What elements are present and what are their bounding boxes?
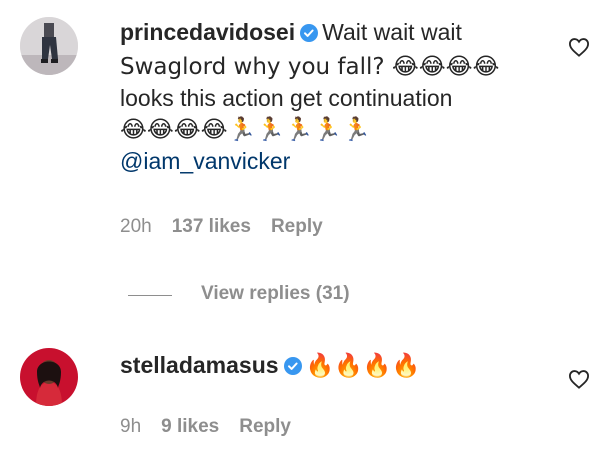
comment-likes[interactable]: 9 likes <box>161 416 219 437</box>
comment-likes[interactable]: 137 likes <box>172 216 251 237</box>
comment-username[interactable]: princedavidosei <box>120 19 295 45</box>
comment-text-line: Wait wait wait <box>322 19 462 45</box>
like-heart-icon[interactable] <box>568 369 590 389</box>
view-replies-button[interactable]: View replies (31) <box>201 283 350 305</box>
comment-username[interactable]: stelladamasus <box>120 352 279 378</box>
mention-link[interactable]: @iam_vanvicker <box>120 148 290 174</box>
avatar[interactable] <box>20 17 78 75</box>
comment-meta: 9h 9 likes Reply <box>120 416 311 438</box>
comment-text-line: 😂😂😂😂🏃🏃🏃🏃🏃 <box>120 117 371 143</box>
comment-text-line: 🔥🔥🔥🔥 <box>305 353 421 379</box>
comment-text-line: Swaglord why you fall? 😂😂😂😂 <box>120 54 500 80</box>
comment-item: princedavidosei Wait wait wait Swaglord w… <box>0 0 608 320</box>
comment-body: princedavidosei Wait wait wait Swaglord w… <box>120 17 560 177</box>
comment-body: stelladamasus 🔥🔥🔥🔥 <box>120 350 560 384</box>
verified-badge-icon <box>283 353 303 384</box>
verified-badge-icon <box>299 20 319 51</box>
comment-text-line: looks this action get continuation <box>120 85 453 111</box>
comment-item: stelladamasus 🔥🔥🔥🔥 9h 9 likes Reply <box>0 330 608 463</box>
reply-button[interactable]: Reply <box>239 416 291 437</box>
comment-time: 9h <box>120 416 142 437</box>
comment-time: 20h <box>120 216 152 237</box>
like-heart-icon[interactable] <box>568 37 590 57</box>
view-replies-divider <box>128 295 172 296</box>
reply-button[interactable]: Reply <box>271 216 323 237</box>
comment-meta: 20h 137 likes Reply <box>120 216 343 238</box>
avatar[interactable] <box>20 348 78 406</box>
